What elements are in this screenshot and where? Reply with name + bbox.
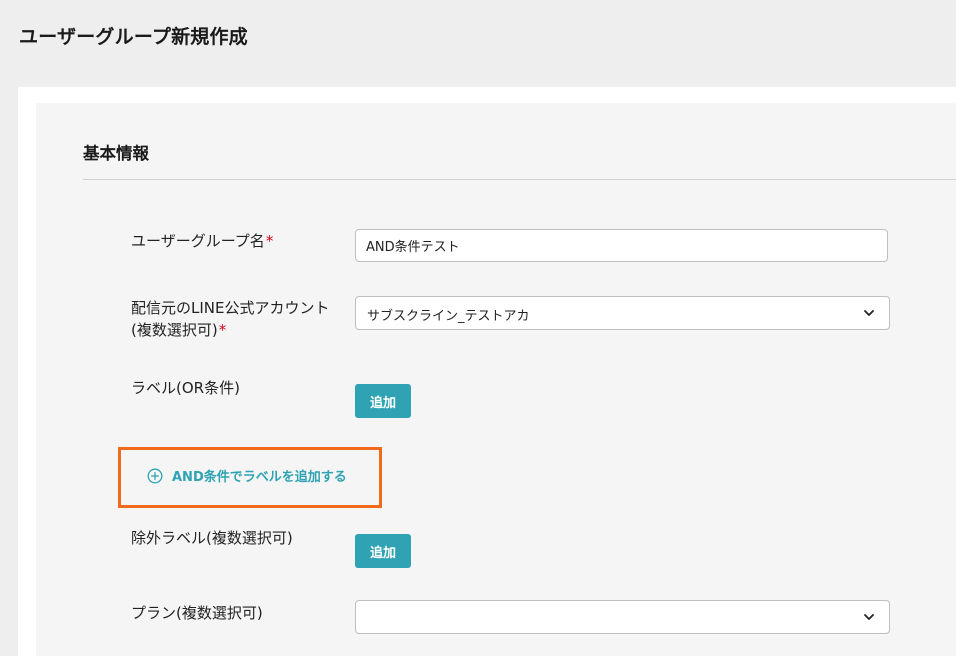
line-account-label-line2: (複数選択可): [131, 321, 218, 339]
chevron-down-icon: [864, 614, 874, 620]
required-mark: *: [218, 321, 227, 339]
line-account-label: 配信元のLINE公式アカウント (複数選択可)*: [131, 297, 329, 341]
line-account-label-line2-wrap: (複数選択可)*: [131, 319, 329, 341]
group-name-label: ユーザーグループ名*: [131, 230, 273, 252]
plus-circle-icon: [147, 468, 163, 483]
section-divider: [83, 179, 956, 180]
page-title: ユーザーグループ新規作成: [19, 26, 248, 48]
plan-label: プラン(複数選択可): [131, 604, 263, 622]
exclude-label-add-button[interactable]: 追加: [355, 534, 411, 568]
line-account-select[interactable]: サブスクライン_テストアカ: [355, 296, 890, 330]
plan-select[interactable]: [355, 600, 890, 634]
line-account-selected-value: サブスクライン_テストアカ: [367, 309, 530, 324]
chevron-down-icon: [864, 310, 874, 316]
section-title: 基本情報: [83, 144, 149, 163]
group-name-input[interactable]: [355, 229, 888, 262]
group-name-label-text: ユーザーグループ名: [131, 232, 265, 250]
label-or-label: ラベル(OR条件): [131, 379, 240, 397]
add-and-condition-label: AND条件でラベルを追加する: [172, 470, 347, 485]
exclude-label-label: 除外ラベル(複数選択可): [131, 529, 293, 547]
required-mark: *: [265, 232, 274, 250]
line-account-label-line1: 配信元のLINE公式アカウント: [131, 299, 330, 317]
add-and-condition-link[interactable]: AND条件でラベルを追加する: [147, 466, 347, 485]
label-or-add-button[interactable]: 追加: [355, 384, 411, 418]
